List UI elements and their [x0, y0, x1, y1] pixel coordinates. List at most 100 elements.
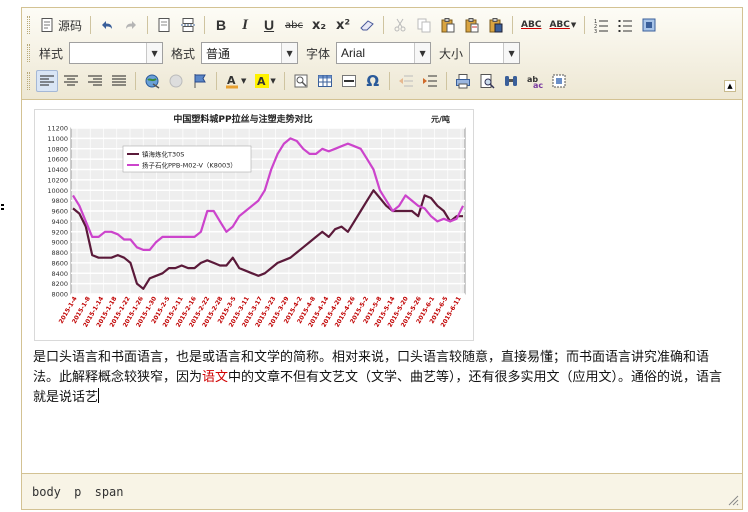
outdent-icon: [398, 75, 413, 87]
text-color-button[interactable]: A ▼: [222, 70, 249, 92]
path-item-body[interactable]: body: [32, 485, 61, 499]
font-select[interactable]: Arial ▼: [336, 42, 432, 64]
toolbar-grip[interactable]: [27, 72, 30, 90]
cut-button[interactable]: [389, 14, 411, 36]
y-tick-label: 10600: [47, 156, 68, 164]
toolbar-separator: [512, 16, 513, 34]
horizontal-rule-button[interactable]: [338, 70, 360, 92]
special-char-button[interactable]: Ω: [362, 70, 384, 92]
numbered-list-button[interactable]: 123: [590, 14, 612, 36]
undo-button[interactable]: [96, 14, 118, 36]
path-item-span[interactable]: span: [95, 485, 124, 499]
path-item-p[interactable]: p: [74, 485, 81, 499]
toolbar-separator: [216, 72, 217, 90]
inline-link-span[interactable]: 语文: [202, 370, 228, 385]
spellcheck-typing-label: ABC: [549, 20, 570, 30]
subscript-button[interactable]: x₂: [308, 14, 330, 36]
style-select[interactable]: ▼: [69, 42, 164, 64]
eraser-icon: [360, 20, 374, 31]
preview-button[interactable]: [476, 70, 498, 92]
strikethrough-button[interactable]: abc: [282, 14, 306, 36]
chevron-down-icon[interactable]: ▼: [146, 43, 163, 63]
style-label: 样式: [39, 46, 64, 61]
bold-button[interactable]: B: [210, 14, 232, 36]
svg-text:A: A: [227, 74, 236, 87]
outdent-button[interactable]: [395, 70, 417, 92]
spellcheck-button[interactable]: ABC: [518, 14, 544, 36]
justify-button[interactable]: [108, 70, 130, 92]
toolbar-separator: [283, 72, 285, 90]
legend-label-2: 扬子石化PPB-M02-V（K8003）: [142, 161, 237, 170]
anchor-button[interactable]: [189, 70, 211, 92]
remove-format-button[interactable]: [356, 14, 378, 36]
flag-icon: [194, 74, 206, 88]
format-label: 格式: [171, 46, 196, 61]
paste-text-button[interactable]: [461, 14, 483, 36]
editor-content-area[interactable]: 中国塑料城PP拉丝与注塑走势对比 元/吨 8000 8200 8400 8600 8800 9…: [22, 101, 742, 473]
rich-text-editor: 源码 B I U abc x₂ x² ABC ABC ▼ 1 2 3 样式 ▼ …: [21, 7, 743, 510]
y-tick-label: 8400: [51, 270, 68, 278]
source-button[interactable]: 源码: [36, 14, 85, 36]
chevron-down-icon: ▼: [270, 77, 276, 85]
image-button[interactable]: [290, 70, 312, 92]
copy-button[interactable]: [413, 14, 435, 36]
toolbar-row-3: A ▼ A ▼ Ω ab ac: [26, 69, 571, 93]
paste-text-icon: [465, 18, 479, 33]
svg-text:3: 3: [594, 29, 597, 33]
font-label: 字体: [306, 46, 331, 61]
link-button[interactable]: [141, 70, 163, 92]
paste-icon: [441, 18, 455, 33]
toolbar-row-2: 样式 ▼ 格式 普通 ▼ 字体 Arial ▼ 大小 ▼: [26, 41, 528, 65]
select-all-button[interactable]: [548, 70, 570, 92]
select-all-icon: [552, 74, 566, 88]
chevron-down-icon[interactable]: ▼: [414, 43, 431, 63]
background-color-button[interactable]: A ▼: [251, 70, 278, 92]
underline-button[interactable]: U: [258, 14, 280, 36]
y-tick-label: 9400: [51, 218, 68, 226]
find-button[interactable]: [500, 70, 522, 92]
toolbar-collapse-button[interactable]: ▲: [724, 80, 736, 92]
toolbar-separator: [204, 16, 206, 34]
paste-word-button[interactable]: [485, 14, 507, 36]
chevron-down-icon[interactable]: ▼: [281, 43, 298, 63]
size-select[interactable]: ▼: [469, 42, 521, 64]
resize-grip-icon[interactable]: [727, 494, 739, 506]
y-tick-label: 9800: [51, 197, 68, 205]
toolbar-separator: [90, 16, 92, 34]
paste-button[interactable]: [437, 14, 459, 36]
table-button[interactable]: [314, 70, 336, 92]
y-tick-label: 8800: [51, 249, 68, 257]
content-paragraph[interactable]: 是口头语言和书面语言，也是或语言和文学的简称。相对来说，口头语言较随意，直接易懂…: [33, 348, 733, 408]
status-bar: body p span: [22, 473, 742, 509]
bulleted-list-button[interactable]: [614, 14, 636, 36]
horizontal-rule-icon: [341, 75, 356, 87]
unlink-button[interactable]: [165, 70, 187, 92]
print-button[interactable]: [452, 70, 474, 92]
redo-button[interactable]: [120, 14, 142, 36]
format-select[interactable]: 普通 ▼: [201, 42, 299, 64]
align-right-button[interactable]: [84, 70, 106, 92]
y-tick-label: 10400: [47, 166, 68, 174]
align-center-button[interactable]: [60, 70, 82, 92]
new-page-button[interactable]: [153, 14, 175, 36]
background-color-icon: A: [255, 74, 270, 88]
maximize-button[interactable]: [638, 14, 660, 36]
indent-button[interactable]: [419, 70, 441, 92]
superscript-button[interactable]: x²: [332, 14, 354, 36]
source-button-label: 源码: [58, 18, 83, 33]
align-left-button[interactable]: [36, 70, 58, 92]
preview-icon: [480, 74, 495, 89]
page-break-button[interactable]: [177, 14, 199, 36]
replace-button[interactable]: ab ac: [524, 70, 546, 92]
toolbar-grip[interactable]: [27, 16, 30, 34]
editor-toolbar: 源码 B I U abc x₂ x² ABC ABC ▼ 1 2 3 样式 ▼ …: [22, 8, 742, 100]
italic-button[interactable]: I: [234, 14, 256, 36]
toolbar-grip[interactable]: [27, 44, 30, 62]
svg-text:ac: ac: [533, 81, 543, 89]
chart-image[interactable]: 中国塑料城PP拉丝与注塑走势对比 元/吨 8000 8200 8400 8600 8800 9…: [34, 109, 474, 341]
printer-icon: [455, 74, 470, 89]
chevron-down-icon[interactable]: ▼: [503, 43, 520, 63]
spellcheck-typing-button[interactable]: ABC ▼: [546, 14, 579, 36]
undo-icon: [102, 21, 113, 29]
image-icon: [294, 74, 308, 88]
